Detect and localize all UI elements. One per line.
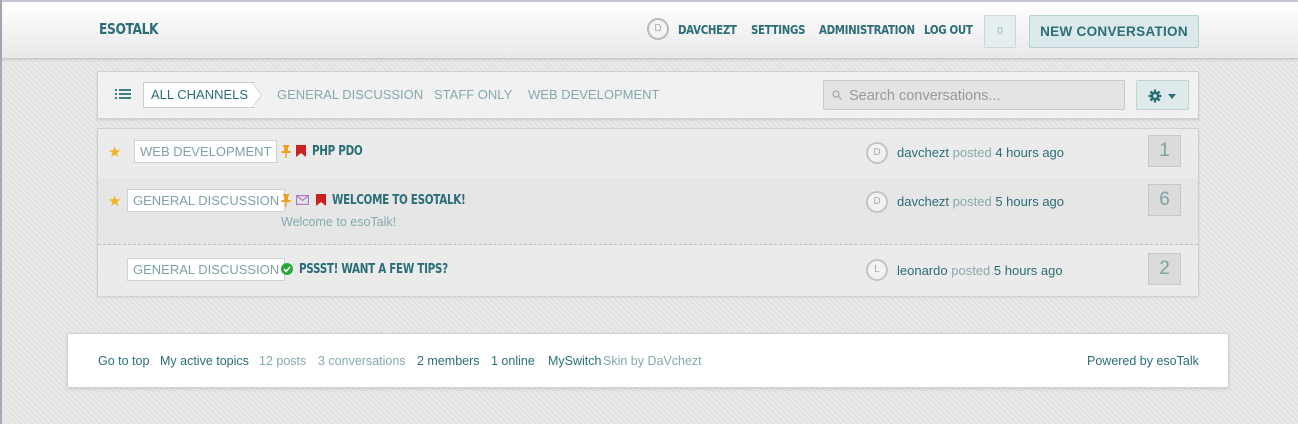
pin-icon bbox=[281, 145, 291, 158]
my-active-topics-link[interactable]: My active topics bbox=[160, 354, 249, 368]
settings-link[interactable]: SETTINGS bbox=[751, 22, 805, 37]
tab-general-discussion[interactable]: GENERAL DISCUSSION bbox=[277, 87, 423, 102]
star-icon[interactable]: ★ bbox=[108, 194, 121, 209]
skin-author: Skin by DaVchezt bbox=[603, 354, 702, 368]
conversation-title[interactable]: PHP PDO bbox=[312, 144, 363, 159]
tab-staff-only[interactable]: STAFF ONLY bbox=[434, 87, 512, 102]
online-link[interactable]: 1 online bbox=[491, 354, 535, 368]
go-to-top-link[interactable]: Go to top bbox=[98, 354, 149, 368]
chevron-down-icon bbox=[1168, 94, 1176, 99]
bookmark-icon bbox=[316, 194, 326, 206]
user-avatar[interactable]: D bbox=[866, 142, 888, 164]
last-post-info: leonardo posted 5 hours ago bbox=[897, 263, 1063, 278]
reply-count[interactable]: 2 bbox=[1148, 253, 1181, 285]
tab-all-channels[interactable]: ALL CHANNELS bbox=[143, 82, 256, 108]
members-link[interactable]: 2 members bbox=[417, 354, 480, 368]
post-time[interactable]: 5 hours ago bbox=[995, 194, 1064, 209]
last-post-info: davchezt posted 5 hours ago bbox=[897, 194, 1064, 209]
conversation-row[interactable]: GENERAL DISCUSSION PSSST! WANT A FEW TIP… bbox=[98, 245, 1198, 296]
tab-web-development[interactable]: WEB DEVELOPMENT bbox=[528, 87, 659, 102]
gear-icon bbox=[1148, 89, 1162, 103]
window-left-edge bbox=[0, 0, 2, 424]
user-avatar[interactable]: D bbox=[647, 18, 669, 40]
channel-tag[interactable]: WEB DEVELOPMENT bbox=[134, 140, 278, 163]
posted-label: posted bbox=[952, 194, 992, 209]
search-placeholder: Search conversations... bbox=[849, 88, 1001, 104]
footer: Go to top My active topics 12 posts 3 co… bbox=[67, 333, 1229, 388]
powered-by-link[interactable]: Powered by esoTalk bbox=[1087, 354, 1199, 368]
poster-username[interactable]: davchezt bbox=[897, 145, 949, 160]
check-circle-icon bbox=[281, 263, 293, 275]
channel-tag[interactable]: GENERAL DISCUSSION bbox=[127, 189, 286, 212]
channel-bar: ALL CHANNELS GENERAL DISCUSSION STAFF ON… bbox=[97, 71, 1199, 119]
post-time[interactable]: 5 hours ago bbox=[994, 263, 1063, 278]
conversations-count: 3 conversations bbox=[318, 354, 406, 368]
top-header: ESOTALK D DAVCHEZT SETTINGS ADMINISTRATI… bbox=[2, 2, 1298, 59]
username-link[interactable]: DAVCHEZT bbox=[678, 22, 737, 37]
notifications-button[interactable]: 0 bbox=[984, 15, 1016, 48]
conversation-title[interactable]: WELCOME TO ESOTALK! bbox=[332, 193, 466, 208]
logout-link[interactable]: LOG OUT bbox=[924, 22, 973, 37]
tab-arrow bbox=[252, 83, 261, 107]
posted-label: posted bbox=[951, 263, 991, 278]
posts-count: 12 posts bbox=[259, 354, 307, 368]
conversation-row[interactable]: ★ WEB DEVELOPMENT PHP PDO D davchezt pos… bbox=[98, 129, 1198, 178]
settings-dropdown-button[interactable] bbox=[1136, 80, 1189, 110]
last-post-info: davchezt posted 4 hours ago bbox=[897, 145, 1064, 160]
envelope-icon bbox=[296, 195, 309, 205]
search-input[interactable]: Search conversations... bbox=[823, 80, 1125, 110]
administration-link[interactable]: ADMINISTRATION bbox=[819, 22, 915, 37]
star-icon[interactable]: ★ bbox=[108, 145, 121, 160]
conversation-list: ★ WEB DEVELOPMENT PHP PDO D davchezt pos… bbox=[97, 128, 1199, 296]
poster-username[interactable]: davchezt bbox=[897, 194, 949, 209]
channel-tag[interactable]: GENERAL DISCUSSION bbox=[127, 258, 286, 281]
conversation-row[interactable]: ★ GENERAL DISCUSSION WELCOME TO ESOTALK!… bbox=[98, 178, 1198, 245]
skin-name-link[interactable]: MySwitch bbox=[548, 354, 601, 368]
poster-username[interactable]: leonardo bbox=[897, 263, 948, 278]
user-avatar[interactable]: D bbox=[866, 191, 888, 213]
conversation-title[interactable]: PSSST! WANT A FEW TIPS? bbox=[299, 262, 448, 277]
pin-icon bbox=[281, 194, 291, 207]
conversation-excerpt: Welcome to esoTalk! bbox=[281, 215, 397, 229]
user-avatar[interactable]: L bbox=[866, 259, 888, 281]
reply-count[interactable]: 1 bbox=[1148, 135, 1181, 167]
post-time[interactable]: 4 hours ago bbox=[995, 145, 1064, 160]
forum-logo[interactable]: ESOTALK bbox=[99, 20, 159, 38]
bookmark-icon bbox=[296, 145, 306, 157]
new-conversation-button[interactable]: NEW CONVERSATION bbox=[1029, 15, 1199, 48]
list-icon[interactable] bbox=[115, 88, 131, 102]
reply-count[interactable]: 6 bbox=[1148, 184, 1181, 216]
posted-label: posted bbox=[952, 145, 992, 160]
search-icon bbox=[832, 90, 842, 100]
